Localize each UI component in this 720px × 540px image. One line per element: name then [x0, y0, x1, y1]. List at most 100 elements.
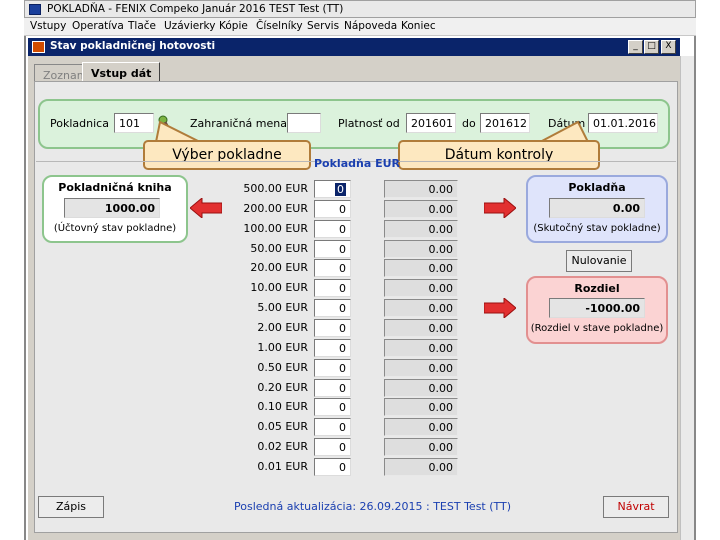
denomination-label: 2.00 EUR: [257, 321, 308, 334]
section-title: Pokladňa EUR: [314, 157, 401, 170]
zahranicna-mena-label: Zahraničná mena: [190, 117, 287, 130]
quantity-input[interactable]: 0: [314, 379, 351, 397]
kniha-note: (Účtovný stav pokladne): [53, 223, 177, 234]
quantity-input[interactable]: 0: [314, 319, 351, 337]
frame-border-right: [694, 36, 696, 540]
quantity-value: 0: [339, 382, 346, 395]
platnost-od-input[interactable]: 201601: [406, 113, 456, 133]
window-titlebar: Stav pokladničnej hotovosti _ □ X: [28, 38, 680, 56]
window-icon: [32, 41, 45, 53]
denomination-label: 1.00 EUR: [257, 341, 308, 354]
quantity-input[interactable]: 0: [314, 398, 351, 416]
quantity-value: 0: [339, 262, 346, 275]
amount-field: 0.00: [384, 339, 458, 357]
quantity-input[interactable]: 0: [314, 180, 351, 198]
rozdiel-title: Rozdiel: [574, 282, 620, 295]
amount-field: 0.00: [384, 220, 458, 238]
app-titlebar: POKLADŇA - FENIX Compeko Január 2016 TES…: [24, 0, 696, 18]
quantity-value: 0: [339, 342, 346, 355]
quantity-value: 0: [339, 461, 346, 474]
denomination-label: 10.00 EUR: [250, 281, 308, 294]
datum-input[interactable]: 01.01.2016: [588, 113, 658, 133]
menu-servis[interactable]: Servis: [307, 20, 339, 32]
quantity-input[interactable]: 0: [314, 458, 351, 476]
minimize-button[interactable]: _: [628, 40, 643, 54]
rozdiel-value: -1000.00: [549, 298, 645, 318]
pokladna-note: (Skutočný stav pokladne): [533, 223, 661, 234]
menu-ciselniky[interactable]: Číselníky: [256, 20, 303, 32]
pokladna-value: 0.00: [549, 198, 645, 218]
app-icon: [29, 4, 41, 15]
denomination-label: 0.20 EUR: [257, 381, 308, 394]
menu-operativa[interactable]: Operatíva: [72, 20, 124, 32]
quantity-value: 0: [339, 203, 346, 216]
kniha-title: Pokladničná kniha: [58, 181, 172, 194]
quantity-input[interactable]: 0: [314, 240, 351, 258]
denomination-label: 50.00 EUR: [250, 242, 308, 255]
arrow-right-icon: [484, 198, 516, 218]
callout-datum-kontroly: Dátum kontroly: [398, 140, 600, 170]
menu-uzavierky[interactable]: Uzávierky: [164, 20, 215, 32]
amount-field: 0.00: [384, 398, 458, 416]
quantity-input[interactable]: 0: [314, 200, 351, 218]
last-update-text: Posledná aktualizácia: 26.09.2015 : TEST…: [234, 500, 512, 513]
amount-field: 0.00: [384, 458, 458, 476]
amount-field: 0.00: [384, 200, 458, 218]
arrow-right-icon-2: [484, 298, 516, 318]
close-button[interactable]: X: [661, 40, 676, 54]
quantity-value: 0: [335, 183, 346, 196]
menu-tlace[interactable]: Tlače: [128, 20, 156, 32]
pokladna-title: Pokladňa: [568, 181, 626, 194]
navrat-button[interactable]: Návrat: [603, 496, 669, 518]
amount-field: 0.00: [384, 180, 458, 198]
quantity-input[interactable]: 0: [314, 279, 351, 297]
amount-field: 0.00: [384, 259, 458, 277]
nulovanie-button[interactable]: Nulovanie: [566, 250, 632, 272]
quantity-value: 0: [339, 441, 346, 454]
app-title: POKLADŇA - FENIX Compeko Január 2016 TES…: [47, 3, 344, 15]
quantity-input[interactable]: 0: [314, 299, 351, 317]
quantity-input[interactable]: 0: [314, 359, 351, 377]
quantity-input[interactable]: 0: [314, 339, 351, 357]
quantity-input[interactable]: 0: [314, 220, 351, 238]
vertical-scrollbar[interactable]: [680, 56, 694, 540]
denomination-label: 500.00 EUR: [243, 182, 308, 195]
platnost-do-input[interactable]: 201612: [480, 113, 530, 133]
quantity-input[interactable]: 0: [314, 259, 351, 277]
amount-field: 0.00: [384, 319, 458, 337]
denomination-label: 200.00 EUR: [243, 202, 308, 215]
denomination-label: 0.02 EUR: [257, 440, 308, 453]
zahranicna-mena-input[interactable]: [287, 113, 321, 133]
window-title: Stav pokladničnej hotovosti: [50, 40, 216, 52]
do-label: do: [462, 117, 476, 130]
menu-bar: Vstupy Operatíva Tlače Uzávierky Kópie Č…: [24, 18, 696, 36]
quantity-input[interactable]: 0: [314, 418, 351, 436]
amount-field: 0.00: [384, 299, 458, 317]
frame-border-left: [24, 36, 26, 540]
amount-field: 0.00: [384, 418, 458, 436]
denomination-label: 5.00 EUR: [257, 301, 308, 314]
quantity-value: 0: [339, 322, 346, 335]
quantity-value: 0: [339, 223, 346, 236]
quantity-value: 0: [339, 302, 346, 315]
zapis-button[interactable]: Zápis: [38, 496, 104, 518]
amount-field: 0.00: [384, 379, 458, 397]
callout-vyber-pokladne: Výber pokladne: [143, 140, 311, 170]
quantity-value: 0: [339, 362, 346, 375]
amount-field: 0.00: [384, 240, 458, 258]
kniha-value: 1000.00: [64, 198, 160, 218]
menu-vstupy[interactable]: Vstupy: [30, 20, 66, 32]
denomination-label: 0.01 EUR: [257, 460, 308, 473]
menu-koniec[interactable]: Koniec: [401, 20, 436, 32]
callout-right-pointer: [540, 120, 590, 142]
denomination-label: 20.00 EUR: [250, 261, 308, 274]
quantity-value: 0: [339, 243, 346, 256]
denomination-label: 0.50 EUR: [257, 361, 308, 374]
maximize-button[interactable]: □: [644, 40, 659, 54]
callout-left-pointer: [154, 120, 200, 142]
quantity-value: 0: [339, 401, 346, 414]
menu-kopie[interactable]: Kópie: [219, 20, 248, 32]
quantity-input[interactable]: 0: [314, 438, 351, 456]
rozdiel-note: (Rozdiel v stave pokladne): [530, 323, 664, 334]
menu-napoveda[interactable]: Nápoveda: [344, 20, 397, 32]
